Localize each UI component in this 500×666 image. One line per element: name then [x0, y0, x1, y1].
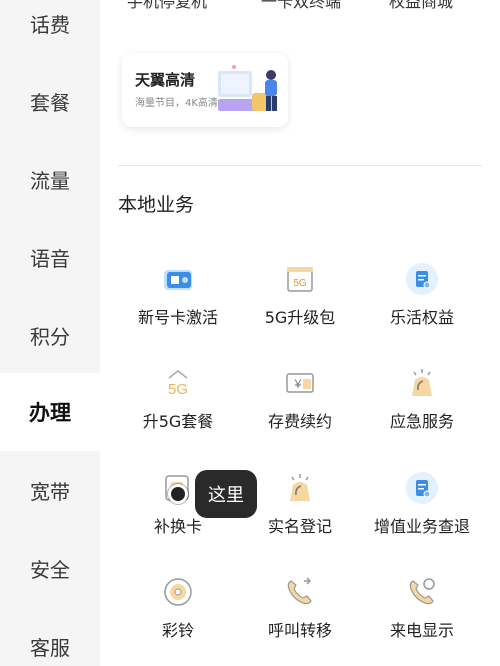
- service-ringtone[interactable]: 彩铃: [116, 575, 240, 665]
- service-item[interactable]: 权益商城: [356, 0, 486, 12]
- 5g-upgrade-icon: 5G: [161, 366, 195, 400]
- service-label: 应急服务: [389, 412, 454, 431]
- sidebar-item-label: 语音: [30, 246, 70, 271]
- service-label: 来电显示: [389, 621, 454, 640]
- service-deposit-renew[interactable]: ¥ 存费续约: [238, 366, 362, 456]
- sidebar-item-label: 套餐: [30, 90, 70, 115]
- sidebar-item-label: 流量: [30, 168, 70, 193]
- value-added-icon: [405, 471, 439, 505]
- id-register-icon: [283, 471, 317, 505]
- sidebar: 话费 套餐 流量 语音 积分 办理 宽带 安全 客服: [0, 0, 100, 666]
- hint-tooltip: 这里: [195, 470, 257, 518]
- service-label: 彩铃: [161, 621, 194, 640]
- ringtone-disc-icon: [161, 575, 195, 609]
- caller-id-icon: [405, 575, 439, 609]
- service-call-forward[interactable]: 呼叫转移: [238, 575, 362, 665]
- service-5g-upgrade-pack[interactable]: 5G 5G升级包: [238, 262, 362, 352]
- main-content: 手机停复机 一卡双终端 权益商城 天翼高清 海量节目，4K高清 本地业务 新号卡…: [100, 0, 500, 666]
- sidebar-item-liuliang[interactable]: 流量: [0, 140, 100, 218]
- svg-text:¥: ¥: [294, 377, 302, 391]
- emergency-phone-icon: [405, 366, 439, 400]
- service-emergency[interactable]: 应急服务: [360, 366, 484, 456]
- sidebar-item-label: 办理: [29, 401, 71, 425]
- service-label: 实名登记: [267, 517, 332, 536]
- yuan-card-icon: ¥: [283, 366, 317, 400]
- service-new-sim-activation[interactable]: 新号卡激活: [116, 262, 240, 352]
- sim-card-icon: [161, 262, 195, 296]
- banner-title: 天翼高清: [135, 71, 196, 89]
- sidebar-item-kuandai[interactable]: 宽带: [0, 451, 100, 529]
- sidebar-item-huafei[interactable]: 话费: [0, 0, 100, 62]
- sidebar-item-taocan[interactable]: 套餐: [0, 62, 100, 140]
- service-label: 升5G套餐: [142, 412, 214, 431]
- sidebar-item-kefu[interactable]: 客服: [0, 607, 100, 666]
- sidebar-item-label: 安全: [30, 557, 70, 582]
- tv-illustration-icon: [218, 65, 277, 111]
- service-label: 存费续约: [267, 412, 332, 431]
- service-item[interactable]: 一卡双终端: [236, 0, 366, 12]
- section-title: 本地业务: [118, 194, 195, 216]
- divider: [118, 165, 482, 166]
- sidebar-item-label: 客服: [30, 635, 70, 660]
- service-label: 增值业务查退: [373, 517, 470, 536]
- touch-indicator: [168, 484, 188, 504]
- call-forward-icon: [283, 575, 317, 609]
- service-label: 呼叫转移: [267, 621, 332, 640]
- service-value-added-query[interactable]: 增值业务查退: [360, 471, 484, 561]
- sidebar-item-label: 积分: [30, 324, 70, 349]
- 5g-gift-icon: 5G: [283, 262, 317, 296]
- service-caller-id[interactable]: 来电显示: [360, 575, 484, 665]
- service-lehuo-rights[interactable]: 乐活权益: [360, 262, 484, 352]
- service-item[interactable]: 手机停复机: [102, 0, 232, 12]
- document-badge-icon: [405, 262, 439, 296]
- sidebar-item-banli[interactable]: 办理: [0, 373, 100, 451]
- svg-text:5G: 5G: [293, 278, 307, 289]
- service-label: 新号卡激活: [137, 308, 218, 327]
- service-upgrade-5g-plan[interactable]: 5G 升5G套餐: [116, 366, 240, 456]
- sidebar-item-jifen[interactable]: 积分: [0, 296, 100, 374]
- sidebar-item-label: 宽带: [30, 479, 70, 504]
- sidebar-item-label: 话费: [30, 12, 70, 37]
- sidebar-item-yuyin[interactable]: 语音: [0, 218, 100, 296]
- tianyi-hd-banner[interactable]: 天翼高清 海量节目，4K高清: [122, 53, 288, 127]
- service-label: 5G升级包: [264, 308, 336, 327]
- tooltip-text: 这里: [208, 485, 244, 506]
- top-service-row: 手机停复机 一卡双终端 权益商城: [100, 0, 500, 12]
- svg-text:5G: 5G: [168, 381, 188, 398]
- sidebar-item-anquan[interactable]: 安全: [0, 529, 100, 607]
- banner-subtitle: 海量节目，4K高清: [135, 98, 218, 109]
- service-label: 乐活权益: [389, 308, 454, 327]
